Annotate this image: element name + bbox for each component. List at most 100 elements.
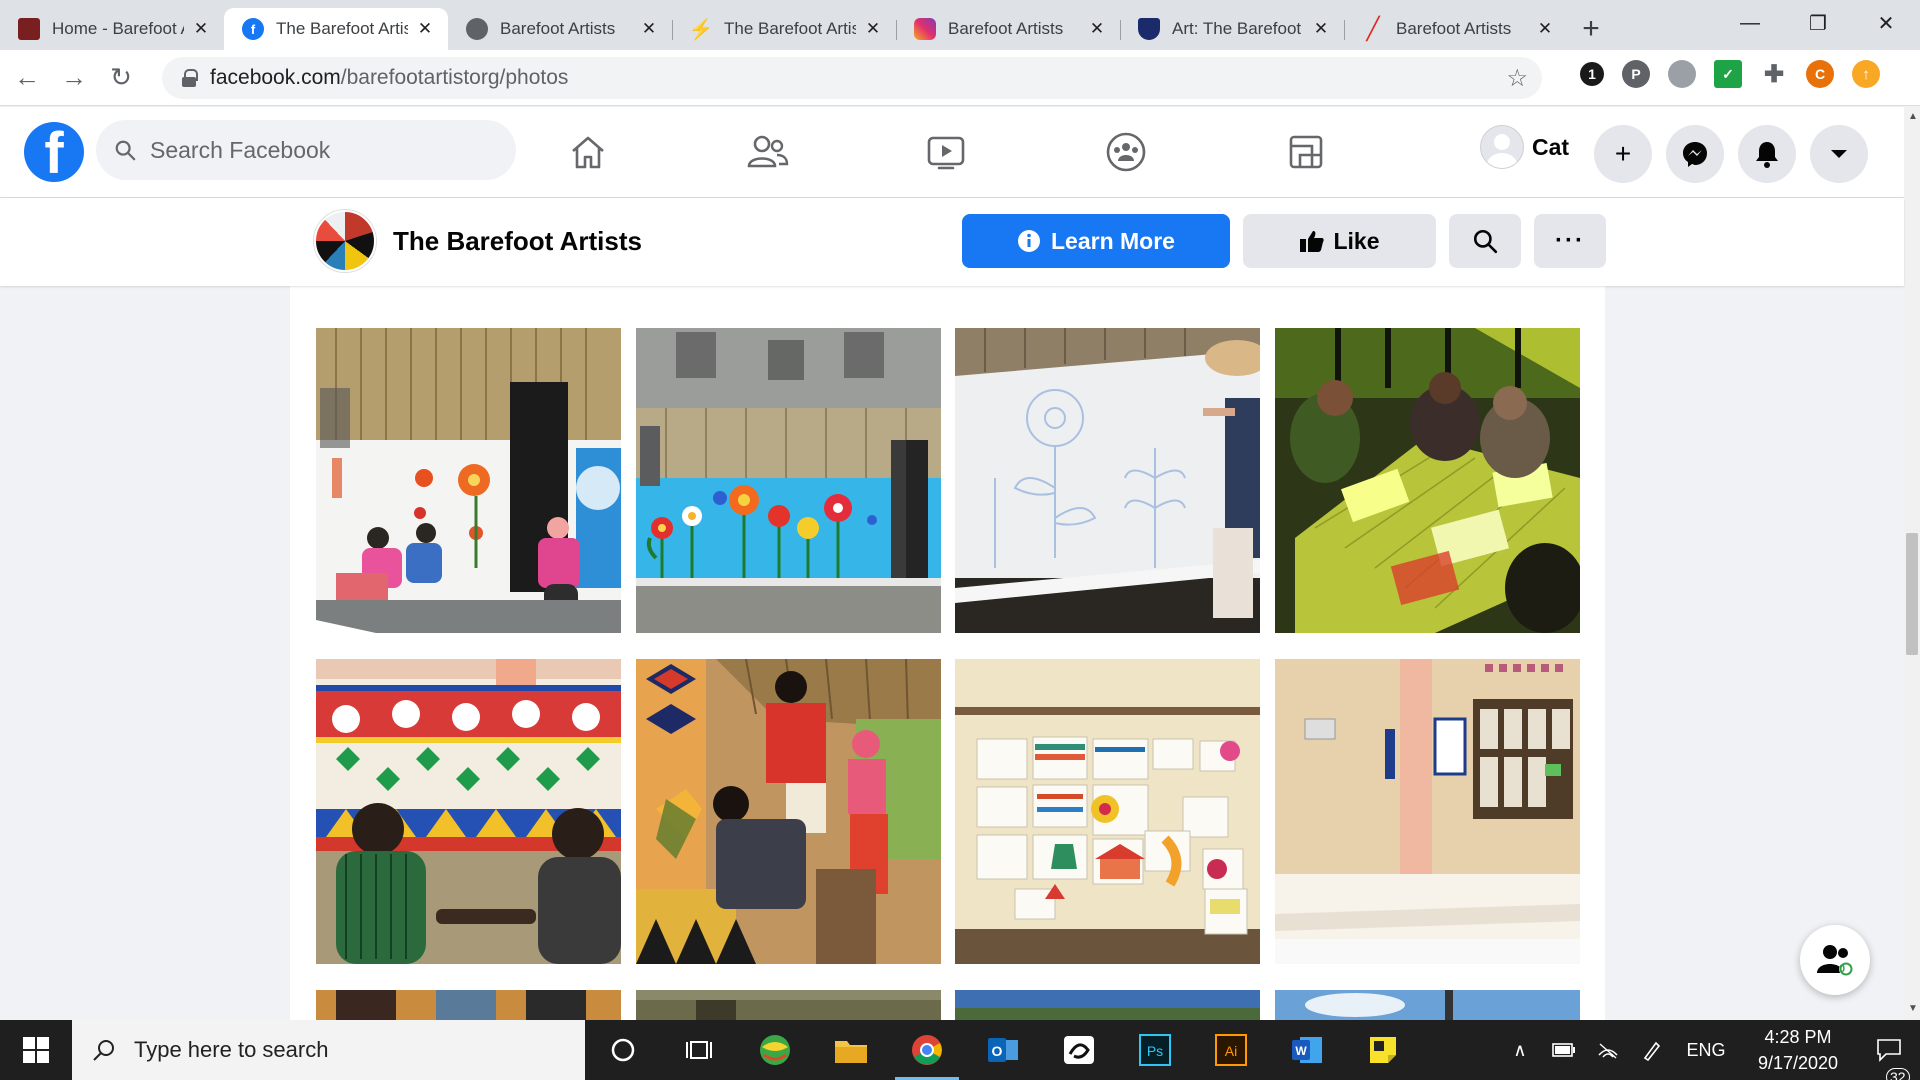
photo-thumbnail-partial[interactable] bbox=[636, 990, 941, 1020]
home-nav-button[interactable] bbox=[538, 107, 638, 197]
taskbar-clock[interactable]: 4:28 PM 9/17/2020 bbox=[1738, 1024, 1858, 1076]
address-bar[interactable]: facebook.com/barefootartistorg/photos ☆ bbox=[162, 57, 1542, 99]
home-icon bbox=[572, 136, 604, 169]
close-icon[interactable]: ✕ bbox=[190, 18, 212, 40]
photo-blue-wall-flower-mural[interactable] bbox=[636, 328, 941, 633]
task-view-icon bbox=[686, 1041, 712, 1059]
avatar bbox=[1480, 125, 1524, 169]
close-icon[interactable]: ✕ bbox=[1534, 18, 1556, 40]
minimize-icon[interactable]: — bbox=[1716, 0, 1784, 46]
taskbar-search-placeholder: Type here to search bbox=[134, 1037, 329, 1062]
taskbar-app-ball[interactable] bbox=[737, 1020, 813, 1080]
scroll-down-arrow-icon[interactable]: ▼ bbox=[1908, 1003, 1918, 1014]
puzzle-icon[interactable]: ✚ bbox=[1760, 60, 1788, 88]
taskbar-photoshop[interactable]: Ps bbox=[1117, 1020, 1193, 1080]
like-button[interactable]: Like bbox=[1243, 214, 1436, 268]
close-icon[interactable]: ✕ bbox=[1086, 18, 1108, 40]
browser-tab[interactable]: Art: The Barefoot Artists ✕ bbox=[1120, 8, 1344, 50]
restore-icon[interactable]: ❐ bbox=[1784, 0, 1852, 46]
action-center-button[interactable]: 32 bbox=[1858, 1038, 1920, 1080]
new-room-button[interactable]: 0 bbox=[1800, 925, 1870, 995]
profile-link[interactable]: Cat bbox=[1480, 125, 1569, 169]
back-arrow-icon[interactable]: ← bbox=[7, 58, 47, 98]
facebook-search-input[interactable]: Search Facebook bbox=[96, 120, 516, 180]
language-indicator[interactable]: ENG bbox=[1674, 1040, 1738, 1061]
scroll-up-arrow-icon[interactable]: ▲ bbox=[1908, 111, 1918, 122]
tray-chevron-up-icon[interactable]: ∧ bbox=[1498, 1040, 1542, 1061]
taskbar-sticky-notes[interactable] bbox=[1345, 1020, 1421, 1080]
browser-tab[interactable]: Barefoot Artists ✕ bbox=[448, 8, 672, 50]
photo-boys-painted-wall-pattern[interactable] bbox=[316, 659, 621, 964]
reload-icon[interactable]: ↻ bbox=[101, 58, 141, 98]
photo-painting-pillar-pattern[interactable] bbox=[636, 659, 941, 964]
tab-title: Barefoot Artists bbox=[500, 19, 616, 38]
close-icon[interactable]: ✕ bbox=[1310, 18, 1332, 40]
photo-thumbnail-partial[interactable] bbox=[955, 990, 1260, 1020]
gaming-nav-button[interactable] bbox=[1256, 107, 1356, 197]
photo-sketching-outline-white-wall[interactable] bbox=[955, 328, 1260, 633]
close-icon[interactable]: ✕ bbox=[862, 18, 884, 40]
cortana-button[interactable] bbox=[585, 1020, 661, 1080]
photo-thumbnail-partial[interactable] bbox=[316, 990, 621, 1020]
extension-1password-icon[interactable]: 1 bbox=[1580, 62, 1604, 86]
bookmark-star-icon[interactable]: ☆ bbox=[1506, 64, 1528, 93]
watch-nav-button[interactable] bbox=[896, 107, 996, 197]
photo-woman-painting-mural-hut[interactable] bbox=[316, 328, 621, 633]
groups-nav-button[interactable] bbox=[1076, 107, 1176, 197]
browser-tab-active[interactable]: f The Barefoot Artists ✕ bbox=[224, 8, 448, 50]
taskbar-chrome[interactable] bbox=[889, 1020, 965, 1080]
new-tab-button[interactable]: + bbox=[1568, 8, 1614, 50]
account-menu-button[interactable] bbox=[1810, 125, 1868, 183]
messenger-button[interactable] bbox=[1666, 125, 1724, 183]
windows-taskbar: Type here to search O Ps Ai W ∧ ENG 4:28… bbox=[0, 1020, 1920, 1080]
update-arrow-icon[interactable]: ↑ bbox=[1852, 60, 1880, 88]
photo-empty-veranda-column[interactable] bbox=[1275, 659, 1580, 964]
browser-tab[interactable]: Home - Barefoot Artists ✕ bbox=[0, 8, 224, 50]
pen-icon[interactable] bbox=[1630, 1039, 1674, 1061]
create-button[interactable]: + bbox=[1594, 125, 1652, 183]
task-view-button[interactable] bbox=[661, 1020, 737, 1080]
facebook-logo-icon[interactable]: f bbox=[24, 122, 84, 182]
browser-tab[interactable]: Barefoot Artists ✕ bbox=[896, 8, 1120, 50]
taskbar-outlook[interactable]: O bbox=[965, 1020, 1041, 1080]
close-window-icon[interactable]: ✕ bbox=[1852, 0, 1920, 46]
page-scrollbar[interactable]: ▲ ▼ bbox=[1904, 107, 1920, 1020]
search-icon bbox=[115, 140, 136, 161]
taskbar-file-explorer[interactable] bbox=[813, 1020, 889, 1080]
checkmark-extension-icon[interactable]: ✓ bbox=[1714, 60, 1742, 88]
close-icon[interactable]: ✕ bbox=[638, 18, 660, 40]
gaming-icon bbox=[1289, 135, 1323, 169]
taskbar-search-input[interactable]: Type here to search bbox=[72, 1020, 585, 1080]
search-placeholder: Search Facebook bbox=[150, 136, 331, 163]
forward-arrow-icon[interactable]: → bbox=[54, 58, 94, 98]
search-icon bbox=[93, 1040, 114, 1061]
scrollbar-thumb[interactable] bbox=[1906, 533, 1918, 655]
page-avatar[interactable] bbox=[314, 210, 376, 272]
globe-icon bbox=[466, 18, 488, 40]
extensions-bar: 1 P ✓ ✚ C ↑ bbox=[1580, 60, 1880, 88]
taskbar-word[interactable]: W bbox=[1269, 1020, 1345, 1080]
learn-more-button[interactable]: Learn More bbox=[962, 214, 1230, 268]
notifications-button[interactable] bbox=[1738, 125, 1796, 183]
taskbar-illustrator[interactable]: Ai bbox=[1193, 1020, 1269, 1080]
photo-drawings-on-board[interactable] bbox=[955, 659, 1260, 964]
page-search-button[interactable] bbox=[1449, 214, 1521, 268]
windows-start-button[interactable] bbox=[0, 1020, 72, 1080]
more-options-button[interactable]: ··· bbox=[1534, 214, 1606, 268]
close-icon[interactable]: ✕ bbox=[414, 18, 436, 40]
profile-avatar[interactable]: C bbox=[1806, 60, 1834, 88]
lock-icon[interactable] bbox=[182, 69, 198, 87]
photo-group-drawing-at-table[interactable] bbox=[1275, 328, 1580, 633]
taskbar-snip-app[interactable] bbox=[1041, 1020, 1117, 1080]
battery-icon[interactable] bbox=[1542, 1043, 1586, 1057]
browser-tab[interactable]: ╱ Barefoot Artists ✕ bbox=[1344, 8, 1568, 50]
page-title[interactable]: The Barefoot Artists bbox=[393, 226, 642, 257]
pinterest-icon[interactable]: P bbox=[1622, 60, 1650, 88]
notification-icon bbox=[1877, 1039, 1901, 1062]
clock-time: 4:28 PM bbox=[1764, 1027, 1832, 1047]
photo-thumbnail-partial[interactable] bbox=[1275, 990, 1580, 1020]
extension-swirl-icon[interactable] bbox=[1668, 60, 1696, 88]
friends-nav-button[interactable] bbox=[718, 107, 818, 197]
browser-tab[interactable]: ⚡ The Barefoot Artists ✕ bbox=[672, 8, 896, 50]
wifi-icon[interactable] bbox=[1586, 1041, 1630, 1059]
